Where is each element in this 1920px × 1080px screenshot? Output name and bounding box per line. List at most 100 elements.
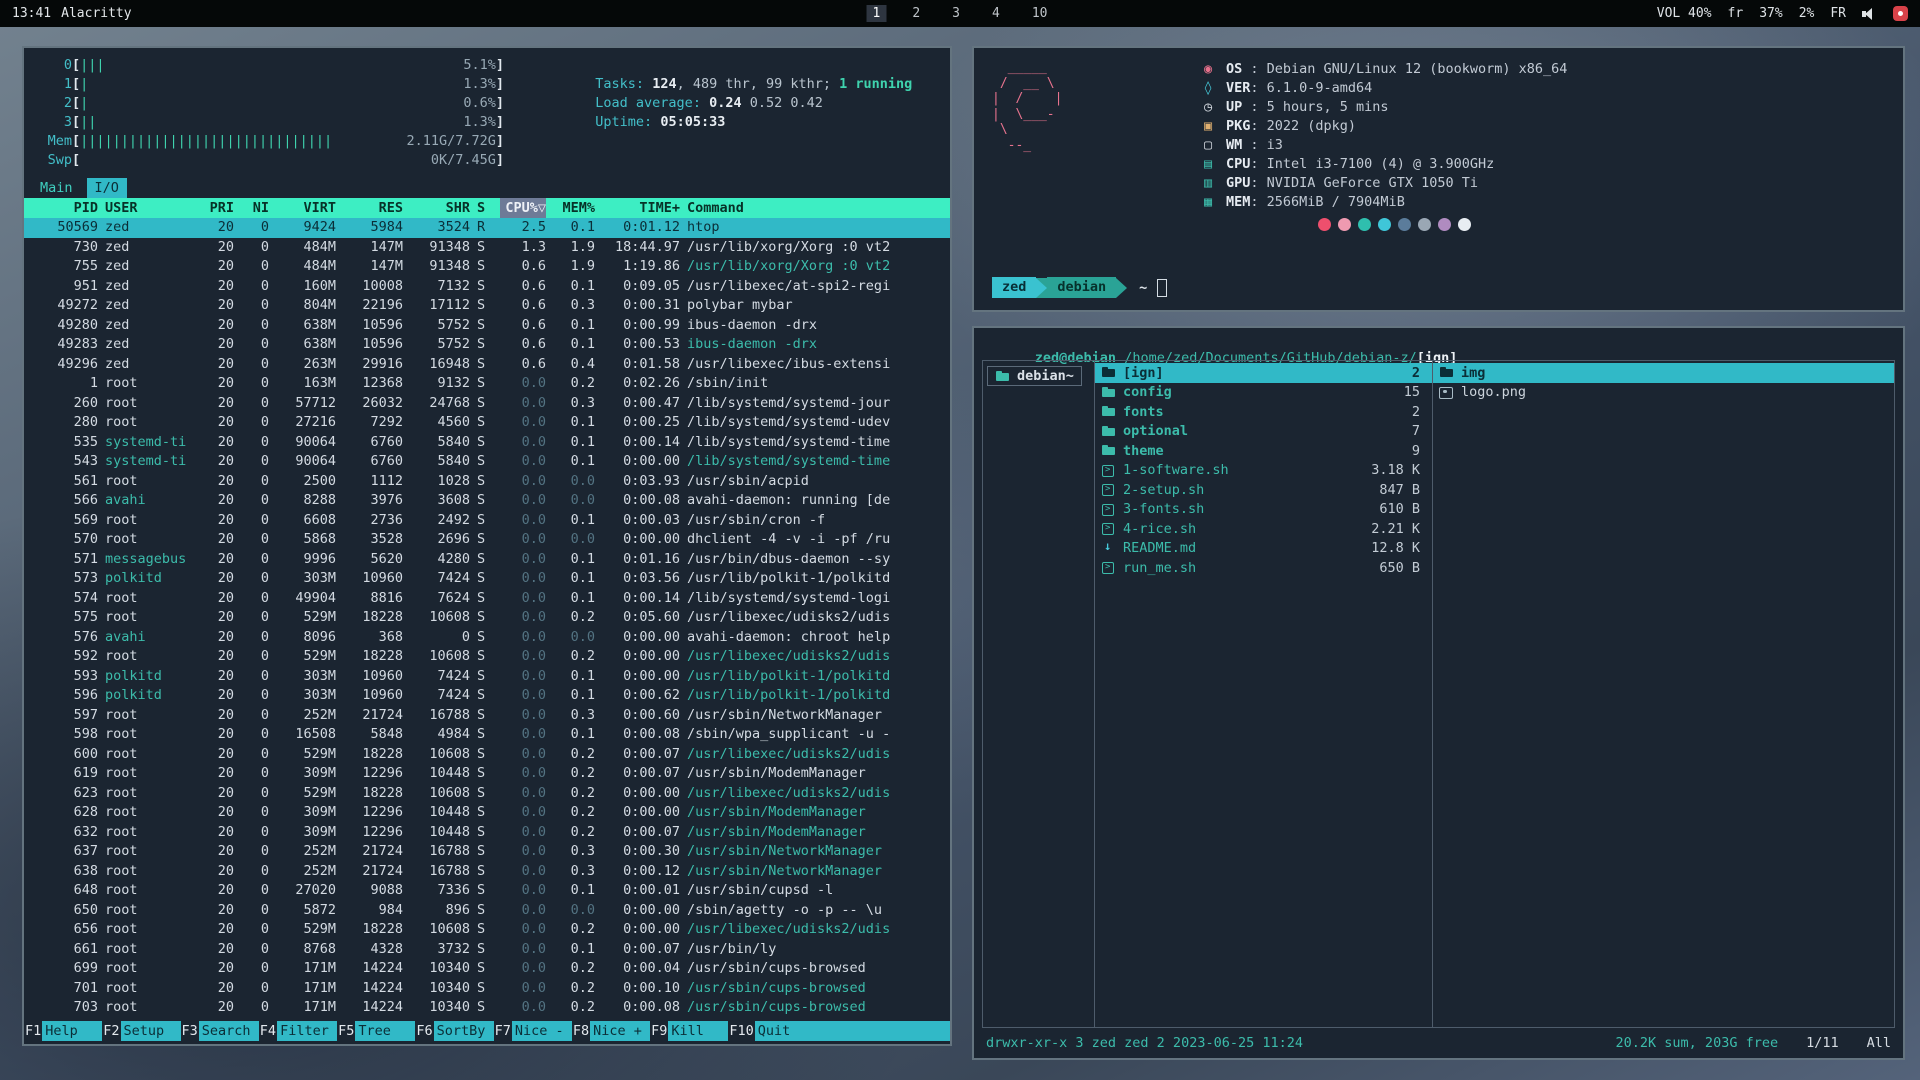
fkey-filter[interactable]: F4Filter <box>259 1021 337 1041</box>
column-header-pid[interactable]: PID <box>36 198 98 218</box>
process-row[interactable]: 632root200309M1229610448S0.00.20:00.07/u… <box>24 823 950 843</box>
process-row[interactable]: 593polkitd200303M109607424S0.00.10:00.00… <box>24 667 950 687</box>
column-header-res[interactable]: RES <box>343 198 403 218</box>
file-row[interactable]: 2-setup.sh847 B <box>1095 480 1432 500</box>
workspace-button-1[interactable]: 1 <box>867 5 887 22</box>
process-row[interactable]: 648root2002702090887336S0.00.10:00.01/us… <box>24 881 950 901</box>
process-row[interactable]: 576avahi20080963680S0.00.00:00.00avahi-d… <box>24 628 950 648</box>
workspace-button-10[interactable]: 10 <box>1026 5 1054 22</box>
process-row[interactable]: 619root200309M1229610448S0.00.20:00.07/u… <box>24 764 950 784</box>
htop-terminal-window[interactable]: 0[|||5.1%]1[|1.3%]2[|0.6%]3[||1.3%]Mem[|… <box>22 46 952 1046</box>
fetch-terminal-window[interactable]: _____ / __ \ | / | | \___- \ --_ ◉OS : D… <box>972 46 1905 312</box>
process-row[interactable]: 573polkitd200303M109607424S0.00.10:03.56… <box>24 569 950 589</box>
file-row[interactable]: 4-rice.sh2.21 K <box>1095 519 1432 539</box>
fkey-quit[interactable]: F10Quit <box>728 1021 814 1041</box>
process-row[interactable]: 543systemd-ti2009006467605840S0.00.10:00… <box>24 452 950 472</box>
fkey-nice[interactable]: F8Nice + <box>572 1021 650 1041</box>
vifm-file-manager-window[interactable]: zed@debian /home/zed/Documents/GitHub/de… <box>972 326 1905 1060</box>
speaker-icon[interactable] <box>1862 7 1877 20</box>
process-row[interactable]: 49280zed200638M105965752S0.60.10:00.99ib… <box>24 316 950 336</box>
file-row[interactable]: [ign]2 <box>1095 363 1432 383</box>
process-ni: 0 <box>241 355 269 375</box>
process-row[interactable]: 699root200171M1422410340S0.00.20:00.04/u… <box>24 959 950 979</box>
fkey-search[interactable]: F3Search <box>181 1021 259 1041</box>
process-row[interactable]: 1root200163M123689132S0.00.20:02.26/sbin… <box>24 374 950 394</box>
process-virt: 484M <box>276 257 336 277</box>
process-row[interactable]: 49272zed200804M2219617112S0.60.30:00.31p… <box>24 296 950 316</box>
process-row[interactable]: 50569zed200942459843524R2.50.10:01.12hto… <box>24 218 950 238</box>
process-row[interactable]: 561root200250011121028S0.00.00:03.93/usr… <box>24 472 950 492</box>
fkey-help[interactable]: F1Help <box>24 1021 102 1041</box>
process-row[interactable]: 623root200529M1822810608S0.00.20:00.00/u… <box>24 784 950 804</box>
process-row[interactable]: 592root200529M1822810608S0.00.20:00.00/u… <box>24 647 950 667</box>
process-row[interactable]: 755zed200484M147M91348S0.61.91:19.86/usr… <box>24 257 950 277</box>
fkey-setup[interactable]: F2Setup <box>102 1021 180 1041</box>
process-row[interactable]: 951zed200160M100087132S0.60.10:09.05/usr… <box>24 277 950 297</box>
column-header-virt[interactable]: VIRT <box>276 198 336 218</box>
file-row[interactable]: README.md12.8 K <box>1095 539 1432 559</box>
process-row[interactable]: 575root200529M1822810608S0.00.20:05.60/u… <box>24 608 950 628</box>
column-header-shr[interactable]: SHR <box>410 198 470 218</box>
process-row[interactable]: 598root2001650858484984S0.00.10:00.08/sb… <box>24 725 950 745</box>
process-row[interactable]: 600root200529M1822810608S0.00.20:00.07/u… <box>24 745 950 765</box>
fkey-tree[interactable]: F5Tree <box>337 1021 415 1041</box>
file-row[interactable]: 3-fonts.sh610 B <box>1095 500 1432 520</box>
process-row[interactable]: 280root2002721672924560S0.00.10:00.25/li… <box>24 413 950 433</box>
column-header-time[interactable]: TIME+ <box>602 198 680 218</box>
folder-icon <box>995 370 1010 383</box>
process-row[interactable]: 535systemd-ti2009006467605840S0.00.10:00… <box>24 433 950 453</box>
terminal-cursor[interactable] <box>1157 279 1167 297</box>
column-header-s[interactable]: S <box>477 198 493 218</box>
column-header-pri[interactable]: PRI <box>202 198 234 218</box>
process-row[interactable]: 656root200529M1822810608S0.00.20:00.00/u… <box>24 920 950 940</box>
column-header-ni[interactable]: NI <box>241 198 269 218</box>
fkey-kill[interactable]: F9Kill <box>650 1021 728 1041</box>
process-user: root <box>105 959 195 979</box>
process-virt: 90064 <box>276 433 336 453</box>
process-row[interactable]: 628root200309M1229610448S0.00.20:00.00/u… <box>24 803 950 823</box>
process-row[interactable]: 597root200252M2172416788S0.00.30:00.60/u… <box>24 706 950 726</box>
record-icon[interactable] <box>1893 6 1908 21</box>
status-value: All <box>1867 1033 1891 1053</box>
fkey-sortby[interactable]: F6SortBy <box>415 1021 493 1041</box>
tab-main[interactable]: Main <box>36 178 77 198</box>
process-row[interactable]: 701root200171M1422410340S0.00.20:00.10/u… <box>24 979 950 999</box>
column-header-command[interactable]: Command <box>687 198 938 218</box>
process-user: root <box>105 803 195 823</box>
process-row[interactable]: 574root2004990488167624S0.00.10:00.14/li… <box>24 589 950 609</box>
file-row[interactable]: theme9 <box>1095 441 1432 461</box>
process-res: 12296 <box>343 764 403 784</box>
process-row[interactable]: 596polkitd200303M109607424S0.00.10:00.62… <box>24 686 950 706</box>
process-row[interactable]: 637root200252M2172416788S0.00.30:00.30/u… <box>24 842 950 862</box>
file-row[interactable]: img <box>1433 363 1894 383</box>
process-row[interactable]: 260root200577122603224768S0.00.30:00.47/… <box>24 394 950 414</box>
workspace-button-4[interactable]: 4 <box>986 5 1006 22</box>
file-row[interactable]: 1-software.sh3.18 K <box>1095 461 1432 481</box>
fkey-nice[interactable]: F7Nice - <box>494 1021 572 1041</box>
process-pid: 571 <box>36 550 98 570</box>
file-row[interactable]: run_me.sh650 B <box>1095 558 1432 578</box>
status-right-items: 20.2K sum, 203G free1/11All <box>1616 1033 1891 1053</box>
process-row[interactable]: 566avahi200828839763608S0.00.00:00.08ava… <box>24 491 950 511</box>
process-row[interactable]: 650root2005872984896S0.00.00:00.00/sbin/… <box>24 901 950 921</box>
process-row[interactable]: 49296zed200263M2991616948S0.60.40:01.58/… <box>24 355 950 375</box>
process-row[interactable]: 661root200876843283732S0.00.10:00.07/usr… <box>24 940 950 960</box>
process-row[interactable]: 49283zed200638M105965752S0.60.10:00.53ib… <box>24 335 950 355</box>
process-row[interactable]: 703root200171M1422410340S0.00.20:00.08/u… <box>24 998 950 1018</box>
process-row[interactable]: 730zed200484M147M91348S1.31.918:44.97/us… <box>24 238 950 258</box>
workspace-button-2[interactable]: 2 <box>906 5 926 22</box>
file-row[interactable]: config15 <box>1095 383 1432 403</box>
process-row[interactable]: 638root200252M2172416788S0.00.30:00.12/u… <box>24 862 950 882</box>
column-header-mem[interactable]: MEM% <box>553 198 595 218</box>
vifm-tab[interactable]: debian~ <box>987 366 1082 386</box>
column-header-user[interactable]: USER <box>105 198 195 218</box>
file-row[interactable]: fonts2 <box>1095 402 1432 422</box>
column-header-cpu[interactable]: CPU%▽ <box>500 198 546 218</box>
process-row[interactable]: 570root200586835282696S0.00.00:00.00dhcl… <box>24 530 950 550</box>
process-row[interactable]: 569root200660827362492S0.00.10:00.03/usr… <box>24 511 950 531</box>
tab-io[interactable]: I/O <box>87 178 127 198</box>
workspace-button-3[interactable]: 3 <box>946 5 966 22</box>
file-row[interactable]: logo.png <box>1433 383 1894 403</box>
process-row[interactable]: 571messagebus200999656204280S0.00.10:01.… <box>24 550 950 570</box>
file-row[interactable]: optional7 <box>1095 422 1432 442</box>
